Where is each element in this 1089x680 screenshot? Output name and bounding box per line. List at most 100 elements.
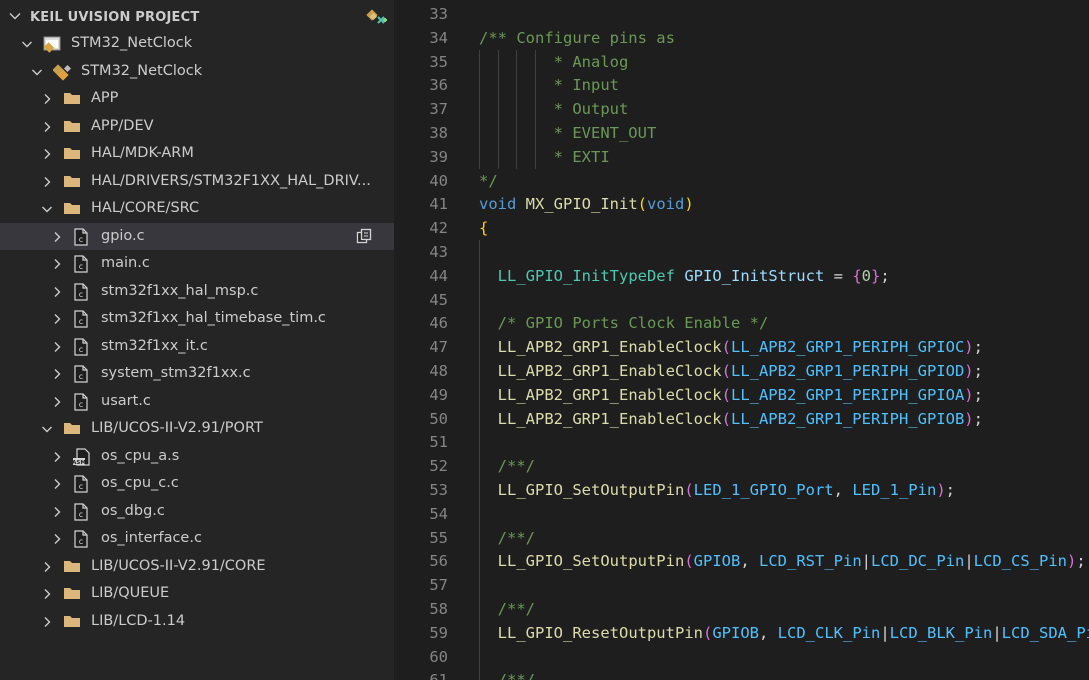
code-line[interactable]: 46 /* GPIO Ports Clock Enable */ [394,311,1089,335]
tree-item-os-dbg-c[interactable]: c os_dbg.c [0,498,394,525]
chevron-right-icon[interactable] [51,533,63,545]
code-token: , [759,623,778,642]
code-line[interactable]: 44 LL_GPIO_InitTypeDef GPIO_InitStruct =… [394,264,1089,288]
code-line[interactable]: 52 /**/ [394,454,1089,478]
code-line[interactable]: 43 [394,240,1089,264]
chevron-right-icon[interactable] [41,148,53,160]
code-line[interactable]: 47 LL_APB2_GRP1_EnableClock(LL_APB2_GRP1… [394,335,1089,359]
chevron-right-icon[interactable] [41,616,53,628]
code-line[interactable]: 36 * Input [394,73,1089,97]
folder-icon [63,118,81,136]
code-line[interactable]: 33 [394,2,1089,26]
chevron-right-icon[interactable] [41,121,53,133]
tree-item-app[interactable]: APP [0,85,394,112]
tree-item-usart-c[interactable]: c usart.c [0,388,394,415]
code-line[interactable]: 61 /**/ [394,668,1089,680]
line-number: 60 [429,647,448,666]
code-line[interactable]: 59 LL_GPIO_ResetOutputPin(GPIOB, LCD_CLK… [394,621,1089,645]
c-file-icon: c [73,365,91,383]
code-line[interactable]: 41 void MX_GPIO_Init(void) [394,192,1089,216]
tree-item-label: gpio.c [101,227,145,244]
code-text: LL_APB2_GRP1_EnableClock(LL_APB2_GRP1_PE… [479,338,983,356]
code-line[interactable]: 37 * Output [394,97,1089,121]
c-file-icon: c [73,502,91,521]
code-text: * EVENT_OUT [479,124,657,142]
code-line[interactable]: 48 LL_APB2_GRP1_EnableClock(LL_APB2_GRP1… [394,359,1089,383]
chevron-right-icon[interactable] [41,561,53,573]
code-text: /** Configure pins as [479,29,675,47]
code-line[interactable]: 57 [394,573,1089,597]
code-token: LL_APB2_GRP1_EnableClock [497,385,722,404]
chevron-right-icon[interactable] [51,396,63,408]
chevron-right-icon[interactable] [51,451,63,463]
copy-icon[interactable] [356,228,372,248]
code-line[interactable]: 55 /**/ [394,526,1089,550]
tree-item-stm32-netclock[interactable]: STM32_NetClock [0,30,394,57]
code-text: /**/ [479,600,535,618]
code-line[interactable]: 42 { [394,216,1089,240]
chevron-right-icon[interactable] [41,93,53,105]
chevron-down-icon[interactable] [21,38,33,50]
code-line[interactable]: 49 LL_APB2_GRP1_EnableClock(LL_APB2_GRP1… [394,383,1089,407]
folder-icon [63,558,81,576]
tree-item-main-c[interactable]: c main.c [0,250,394,277]
chevron-right-icon[interactable] [51,341,63,353]
tree-item-os-interface-c[interactable]: c os_interface.c [0,525,394,552]
code-token: ( [721,409,731,428]
code-line[interactable]: 38 * EVENT_OUT [394,121,1089,145]
folder-icon [63,90,81,108]
tree-item-stm32f1xx-it-c[interactable]: c stm32f1xx_it.c [0,333,394,360]
tree-item-os-cpu-a-s[interactable]: ASM os_cpu_a.s [0,443,394,470]
code-line[interactable]: 51 [394,430,1089,454]
tree-item-stm32-netclock[interactable]: STM32_NetClock [0,58,394,85]
tree-item-lib-queue[interactable]: LIB/QUEUE [0,580,394,607]
c-file-icon: c [73,310,91,328]
code-line[interactable]: 54 [394,502,1089,526]
tree-item-os-cpu-c-c[interactable]: c os_cpu_c.c [0,470,394,497]
line-number: 61 [394,671,448,680]
chevron-right-icon[interactable] [51,231,63,243]
code-line[interactable]: 58 /**/ [394,597,1089,621]
tree-item-label: STM32_NetClock [71,35,193,51]
tree-item-hal-core-src[interactable]: HAL/CORE/SRC [0,195,394,222]
code-line[interactable]: 60 [394,645,1089,669]
tree-item-hal-mdk-arm[interactable]: HAL/MDK-ARM [0,140,394,167]
code-line[interactable]: 56 LL_GPIO_SetOutputPin(GPIOB, LCD_RST_P… [394,549,1089,573]
chevron-right-icon[interactable] [51,258,63,270]
chevron-right-icon[interactable] [41,176,53,188]
chevron-right-icon[interactable] [51,478,63,490]
chevron-right-icon[interactable] [51,313,63,325]
tree-item-lib-ucos-ii-v2-91-port[interactable]: LIB/UCOS-II-V2.91/PORT [0,415,394,442]
chevron-down-icon[interactable] [41,423,53,435]
tree-item-stm32f1xx-hal-msp-c[interactable]: c stm32f1xx_hal_msp.c [0,278,394,305]
tree-item-gpio-c[interactable]: c gpio.c [0,222,394,250]
code-token: ( [721,338,731,357]
section-header[interactable]: KEIL UVISION PROJECT [0,4,394,30]
code-editor[interactable]: 33 34/** Configure pins as 35 * Analog 36 *… [394,0,1089,680]
tree-item-label: os_interface.c [101,530,202,546]
tree-item-stm32f1xx-hal-timebase-tim-c[interactable]: c stm32f1xx_hal_timebase_tim.c [0,305,394,332]
code-line[interactable]: 34 /** Configure pins as [394,26,1089,50]
code-token: LL_GPIO_InitTypeDef [497,266,675,285]
chevron-right-icon[interactable] [51,286,63,298]
chevron-right-icon[interactable] [51,368,63,380]
tree-item-lib-lcd-1-14[interactable]: LIB/LCD-1.14 [0,608,394,635]
chevron-down-icon[interactable] [41,203,53,215]
chevron-down-icon[interactable] [31,66,43,78]
chevron-right-icon[interactable] [51,506,63,518]
code-line[interactable]: 53 LL_GPIO_SetOutputPin(LED_1_GPIO_Port,… [394,478,1089,502]
code-line[interactable]: 35 * Analog [394,50,1089,74]
tree-item-app-dev[interactable]: APP/DEV [0,113,394,140]
tree-item-lib-ucos-ii-v2-91-core[interactable]: LIB/UCOS-II-V2.91/CORE [0,553,394,580]
code-line[interactable]: 39 * EXTI [394,145,1089,169]
tree-item-hal-drivers-stm32f1xx-hal-driv[interactable]: HAL/DRIVERS/STM32F1XX_HAL_DRIV... [0,168,394,195]
open-project-icon[interactable] [366,8,388,32]
code-line[interactable]: 45 [394,288,1089,312]
code-line[interactable]: 40 */ [394,169,1089,193]
code-line[interactable]: 50 LL_APB2_GRP1_EnableClock(LL_APB2_GRP1… [394,407,1089,431]
chevron-right-icon[interactable] [41,588,53,600]
code-token: /** Configure pins as [479,28,675,47]
tree-item-system-stm32f1xx-c[interactable]: c system_stm32f1xx.c [0,360,394,387]
